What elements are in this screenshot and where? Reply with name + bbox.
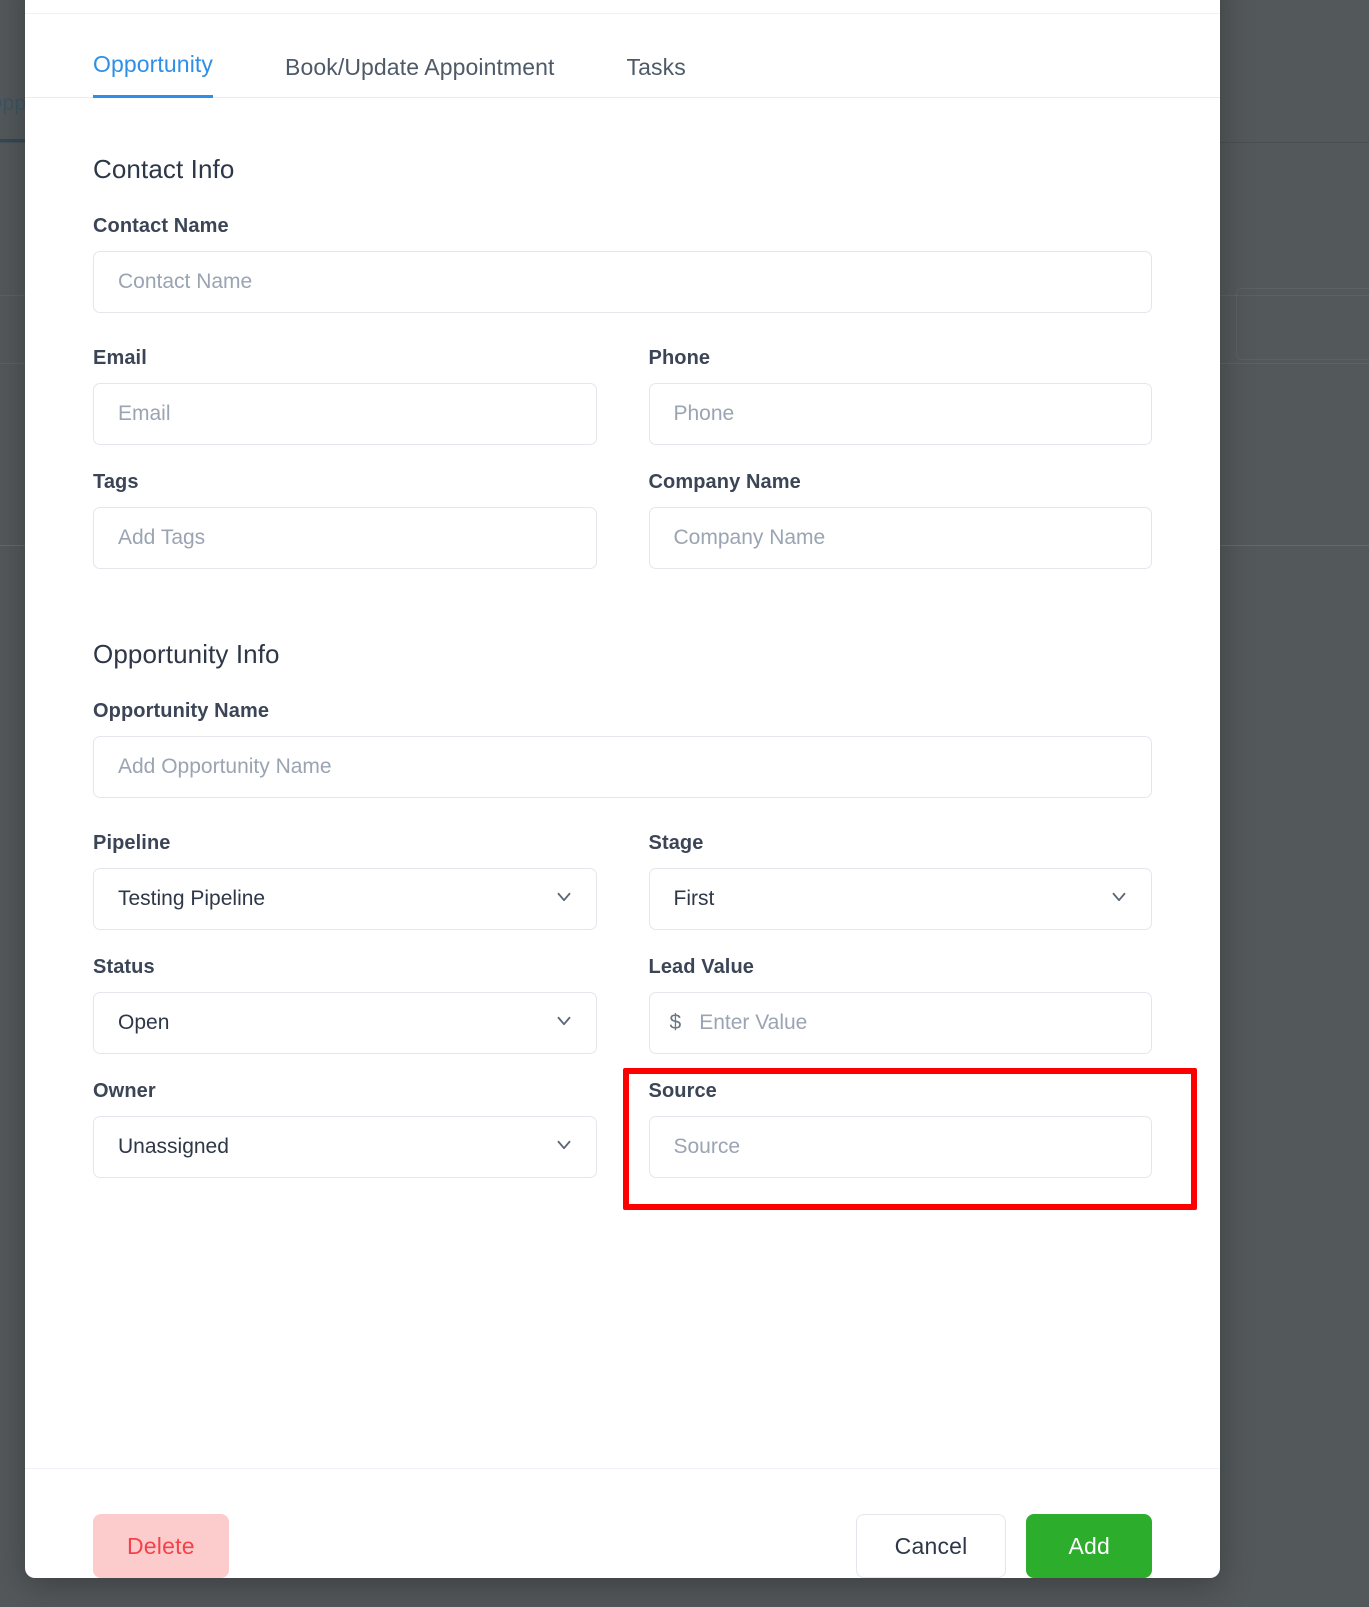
modal-body: Contact Info Contact Name Email Phone Ta… (25, 98, 1220, 1468)
owner-label: Owner (93, 1080, 597, 1103)
field-stage: Stage First (649, 832, 1153, 930)
owner-selected-value: Unassigned (118, 1135, 229, 1159)
field-email: Email (93, 347, 597, 445)
source-input[interactable] (649, 1116, 1153, 1178)
tab-opportunity[interactable]: Opportunity (93, 51, 213, 98)
stage-label: Stage (649, 832, 1153, 855)
tags-input[interactable] (93, 507, 597, 569)
row-tags-company: Tags Company Name (93, 471, 1152, 569)
field-owner: Owner Unassigned (93, 1080, 597, 1178)
modal-tabs: Opportunity Book/Update Appointment Task… (25, 50, 1220, 98)
lead-value-field[interactable]: $ (649, 992, 1153, 1054)
pipeline-select-box[interactable]: Testing Pipeline (93, 868, 597, 930)
stage-selected-value: First (674, 887, 715, 911)
opportunity-name-input[interactable] (93, 736, 1152, 798)
delete-button[interactable]: Delete (93, 1514, 229, 1578)
backdrop-card (1236, 288, 1369, 360)
tab-tasks[interactable]: Tasks (627, 54, 686, 98)
status-selected-value: Open (118, 1011, 169, 1035)
section-title-opportunity-info: Opportunity Info (93, 639, 1152, 670)
field-tags: Tags (93, 471, 597, 569)
status-select[interactable]: Open (93, 992, 597, 1054)
field-status: Status Open (93, 956, 597, 1054)
tab-book-update-appointment-label: Book/Update Appointment (285, 54, 555, 80)
field-contact-name: Contact Name (93, 215, 1152, 313)
lead-value-label: Lead Value (649, 956, 1153, 979)
add-button[interactable]: Add (1026, 1514, 1152, 1578)
row-pipeline-stage: Pipeline Testing Pipeline Stage First (93, 832, 1152, 930)
pipeline-select[interactable]: Testing Pipeline (93, 868, 597, 930)
modal-footer: Delete Cancel Add (25, 1468, 1220, 1578)
status-select-box[interactable]: Open (93, 992, 597, 1054)
pipeline-label: Pipeline (93, 832, 597, 855)
row-email-phone: Email Phone (93, 347, 1152, 445)
lead-value-input[interactable] (699, 1011, 1131, 1035)
field-pipeline: Pipeline Testing Pipeline (93, 832, 597, 930)
status-label: Status (93, 956, 597, 979)
email-label: Email (93, 347, 597, 370)
stage-select-box[interactable]: First (649, 868, 1153, 930)
phone-label: Phone (649, 347, 1153, 370)
currency-dollar-icon: $ (670, 1011, 682, 1035)
opportunity-name-label: Opportunity Name (93, 700, 1152, 723)
company-name-input[interactable] (649, 507, 1153, 569)
field-phone: Phone (649, 347, 1153, 445)
cancel-button[interactable]: Cancel (856, 1514, 1007, 1578)
company-name-label: Company Name (649, 471, 1153, 494)
row-owner-source: Owner Unassigned Source (93, 1080, 1152, 1178)
contact-name-input[interactable] (93, 251, 1152, 313)
phone-input[interactable] (649, 383, 1153, 445)
tab-book-update-appointment[interactable]: Book/Update Appointment (285, 54, 555, 98)
section-title-contact-info: Contact Info (93, 154, 1152, 185)
field-company-name: Company Name (649, 471, 1153, 569)
owner-select-box[interactable]: Unassigned (93, 1116, 597, 1178)
source-label: Source (649, 1080, 1153, 1103)
owner-select[interactable]: Unassigned (93, 1116, 597, 1178)
stage-select[interactable]: First (649, 868, 1153, 930)
field-lead-value: Lead Value $ (649, 956, 1153, 1054)
tab-opportunity-label: Opportunity (93, 51, 213, 77)
contact-name-label: Contact Name (93, 215, 1152, 238)
pipeline-selected-value: Testing Pipeline (118, 887, 265, 911)
field-opportunity-name: Opportunity Name (93, 700, 1152, 798)
modal-header-divider (25, 13, 1220, 14)
opportunity-modal: Opportunity Book/Update Appointment Task… (25, 0, 1220, 1578)
row-status-lead-value: Status Open Lead Value $ (93, 956, 1152, 1054)
email-input[interactable] (93, 383, 597, 445)
tags-label: Tags (93, 471, 597, 494)
field-source: Source (649, 1080, 1153, 1178)
tab-tasks-label: Tasks (627, 54, 686, 80)
